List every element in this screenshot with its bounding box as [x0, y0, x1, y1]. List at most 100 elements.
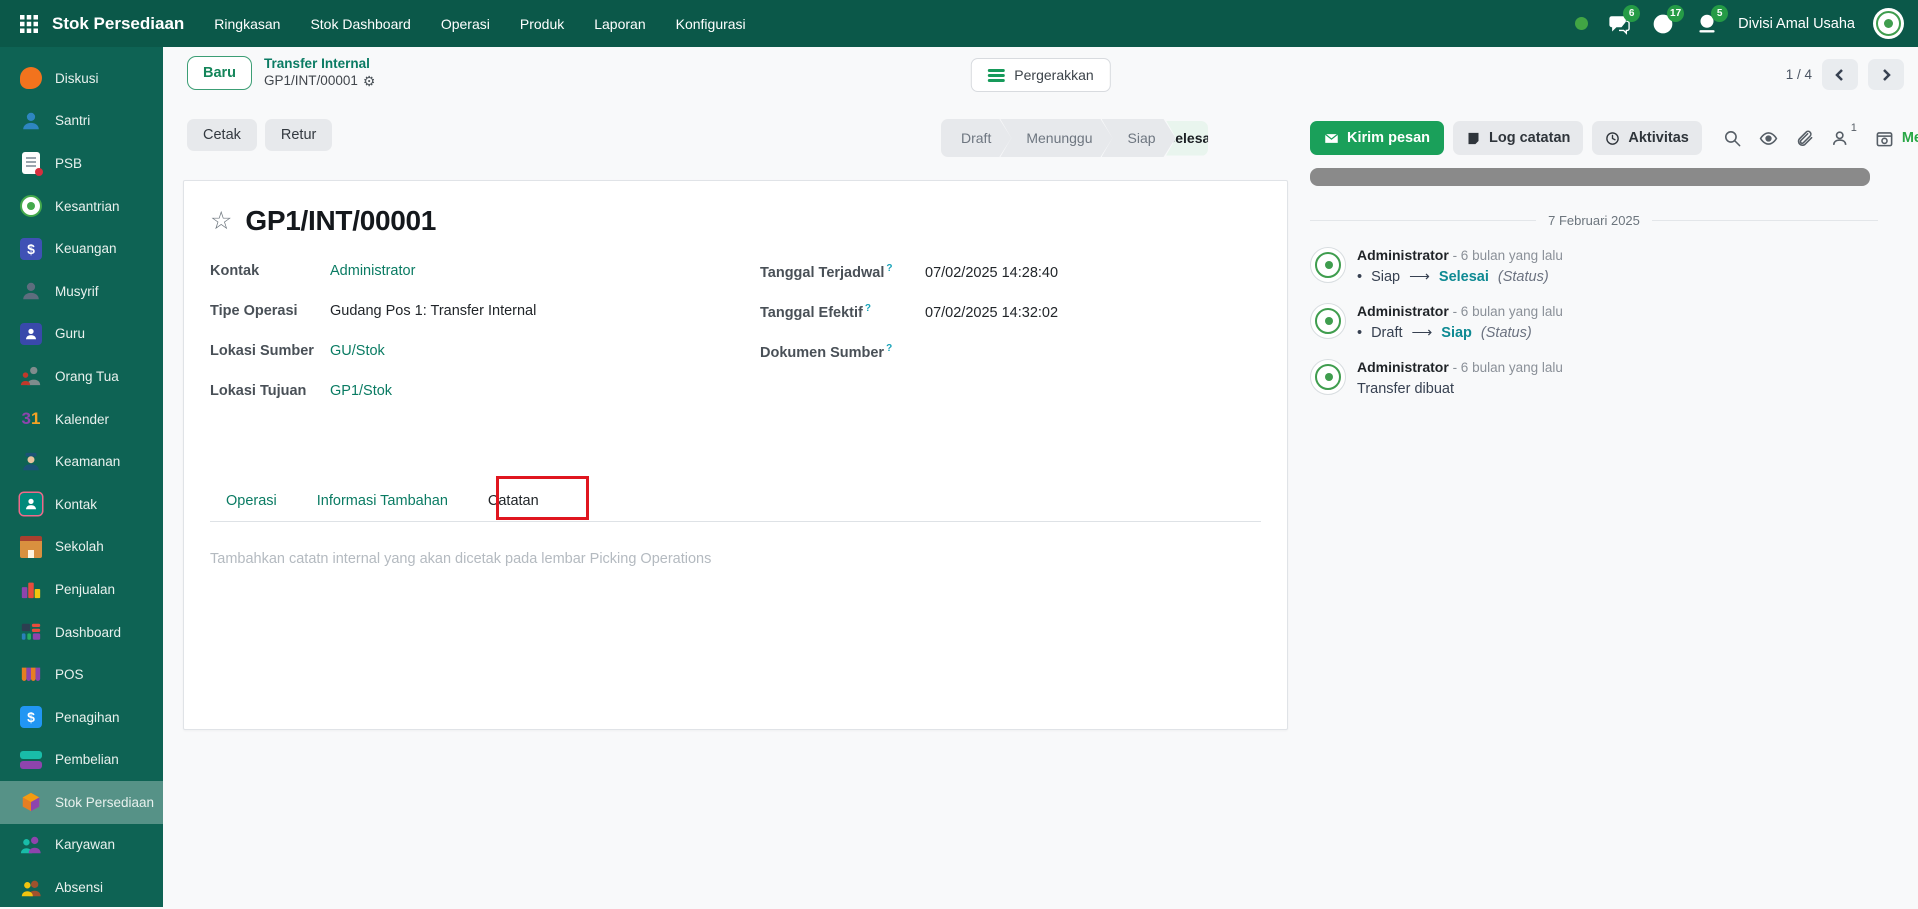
field-tanggal-terjadwal: Tanggal Terjadwal? 07/02/2025 14:28:40	[760, 263, 1261, 303]
status-to: Siap	[1441, 325, 1472, 341]
dashboard-grid-icon	[20, 621, 42, 643]
pager-previous-button[interactable]	[1822, 59, 1858, 90]
lokasi-sumber-value-link[interactable]: GU/Stok	[330, 343, 385, 359]
help-icon[interactable]: ?	[886, 263, 892, 274]
sidebar-item-penagihan[interactable]: Penagihan	[0, 696, 163, 739]
message-item: Administrator - 6 bulan yang lalu • Siap…	[1310, 238, 1918, 294]
sidebar-item-orang-tua[interactable]: Orang Tua	[0, 355, 163, 398]
avatar	[1310, 247, 1346, 283]
online-status-dot	[1575, 17, 1588, 30]
pergerakkan-button[interactable]: Pergerakkan	[970, 58, 1110, 92]
search-messages-icon[interactable]	[1723, 129, 1742, 148]
avatar	[1310, 359, 1346, 395]
requests-badge: 5	[1711, 5, 1728, 22]
tab-operasi[interactable]: Operasi	[210, 483, 293, 521]
breadcrumb-current: GP1/INT/00001	[264, 73, 358, 90]
sidebar-item-pembelian[interactable]: Pembelian	[0, 739, 163, 782]
message-item: Administrator - 6 bulan yang lalu • Draf…	[1310, 294, 1918, 350]
log-catatan-button[interactable]: Log catatan	[1453, 121, 1583, 155]
santri-person-icon	[20, 110, 42, 132]
menu-konfigurasi[interactable]: Konfigurasi	[676, 16, 746, 32]
tab-informasi-tambahan[interactable]: Informasi Tambahan	[301, 483, 464, 521]
gear-icon[interactable]: ⚙	[363, 73, 376, 91]
form-card: ☆ GP1/INT/00001 Kontak Administrator Tip…	[183, 180, 1288, 730]
status-step-draft[interactable]: Draft	[941, 119, 1011, 157]
status-step-menunggu[interactable]: Menunggu	[1000, 119, 1112, 157]
stage-badge-baru[interactable]: Baru	[187, 56, 252, 90]
sidebar-item-pos[interactable]: POS	[0, 653, 163, 696]
help-icon[interactable]: ?	[886, 343, 892, 354]
message-author[interactable]: Administrator	[1357, 247, 1449, 263]
sidebar-item-keamanan[interactable]: Keamanan	[0, 440, 163, 483]
message-author[interactable]: Administrator	[1357, 359, 1449, 375]
message-author[interactable]: Administrator	[1357, 303, 1449, 319]
user-avatar[interactable]	[1873, 8, 1904, 39]
apps-grid-icon[interactable]	[20, 15, 38, 33]
catatan-tab-content[interactable]: Tambahkan catatn internal yang akan dice…	[210, 522, 1261, 596]
sidebar-item-santri[interactable]: Santri	[0, 100, 163, 143]
lokasi-tujuan-value-link[interactable]: GP1/Stok	[330, 383, 392, 399]
user-name[interactable]: Divisi Amal Usaha	[1738, 16, 1855, 32]
tipe-operasi-value: Gudang Pos 1: Transfer Internal	[330, 303, 536, 319]
pembelian-layers-icon	[20, 749, 42, 771]
avatar	[1310, 303, 1346, 339]
messages-badge: 6	[1623, 5, 1640, 22]
pager-next-button[interactable]	[1868, 59, 1904, 90]
envelope-icon	[1324, 131, 1339, 146]
menu-stok-dashboard[interactable]: Stok Dashboard	[310, 16, 410, 32]
activities-badge: 17	[1667, 5, 1684, 22]
cetak-button[interactable]: Cetak	[187, 119, 257, 151]
kesantrian-logo-icon	[20, 195, 42, 217]
app-title[interactable]: Stok Persediaan	[52, 14, 184, 34]
paperclip-attachments-icon[interactable]	[1795, 129, 1814, 148]
sidebar-item-kontak[interactable]: Kontak	[0, 483, 163, 526]
sidebar-item-keuangan[interactable]: Keuangan	[0, 227, 163, 270]
message-body: Transfer dibuat	[1357, 381, 1454, 397]
tanggal-terjadwal-value[interactable]: 07/02/2025 14:28:40	[925, 265, 1058, 281]
aktivitas-button[interactable]: Aktivitas	[1592, 121, 1701, 155]
requests-money-icon[interactable]: $ 5	[1694, 11, 1720, 37]
status-step-siap[interactable]: Siap	[1102, 119, 1176, 157]
kontak-value-link[interactable]: Administrator	[330, 263, 415, 279]
menu-produk[interactable]: Produk	[520, 16, 564, 32]
activities-clock-icon[interactable]: 17	[1650, 11, 1676, 37]
stok-persediaan-box-icon	[20, 791, 42, 813]
sidebar-item-sekolah[interactable]: Sekolah	[0, 526, 163, 569]
messages-icon[interactable]: 6	[1606, 11, 1632, 37]
sidebar-item-kesantrian[interactable]: Kesantrian	[0, 185, 163, 228]
sidebar-item-dashboard[interactable]: Dashboard	[0, 611, 163, 654]
sidebar-item-psb[interactable]: PSB	[0, 142, 163, 185]
menu-laporan[interactable]: Laporan	[594, 16, 645, 32]
help-icon[interactable]: ?	[865, 303, 871, 314]
loading-bar	[1310, 168, 1870, 186]
tab-catatan[interactable]: Catatan	[472, 483, 555, 521]
followers-icon[interactable]: 1	[1831, 129, 1850, 148]
status-field-label: (Status)	[1481, 325, 1532, 341]
menu-operasi[interactable]: Operasi	[441, 16, 490, 32]
sidebar-item-penjualan[interactable]: Penjualan	[0, 568, 163, 611]
sidebar-item-kalender[interactable]: Kalender	[0, 398, 163, 441]
message-time: - 6 bulan yang lalu	[1453, 304, 1563, 319]
musyrif-person-icon	[20, 280, 42, 302]
breadcrumb-parent-link[interactable]: Transfer Internal	[264, 56, 375, 73]
favorite-star-icon[interactable]: ☆	[210, 209, 232, 234]
retur-button[interactable]: Retur	[265, 119, 332, 151]
sidebar-item-absensi[interactable]: Absensi	[0, 866, 163, 909]
sidebar-item-musyrif[interactable]: Musyrif	[0, 270, 163, 313]
sidebar-item-karyawan[interactable]: Karyawan	[0, 824, 163, 867]
list-icon	[987, 69, 1004, 82]
status-field-label: (Status)	[1498, 269, 1549, 285]
sidebar-item-diskusi[interactable]: Diskusi	[0, 57, 163, 100]
karyawan-people-icon	[20, 834, 42, 856]
sidebar-item-stok-persediaan[interactable]: Stok Persediaan	[0, 781, 163, 824]
follow-toggle[interactable]: Meng	[1875, 129, 1918, 148]
menu-ringkasan[interactable]: Ringkasan	[214, 16, 280, 32]
eye-icon[interactable]	[1759, 129, 1778, 148]
date-divider: 7 Februari 2025	[1310, 213, 1878, 228]
kirim-pesan-button[interactable]: Kirim pesan	[1310, 121, 1444, 155]
field-tipe-operasi: Tipe Operasi Gudang Pos 1: Transfer Inte…	[210, 303, 760, 343]
top-menu: Ringkasan Stok Dashboard Operasi Produk …	[214, 16, 745, 32]
notes-placeholder: Tambahkan catatn internal yang akan dice…	[210, 551, 711, 567]
sidebar-item-guru[interactable]: Guru	[0, 313, 163, 356]
tanggal-efektif-value[interactable]: 07/02/2025 14:32:02	[925, 305, 1058, 321]
